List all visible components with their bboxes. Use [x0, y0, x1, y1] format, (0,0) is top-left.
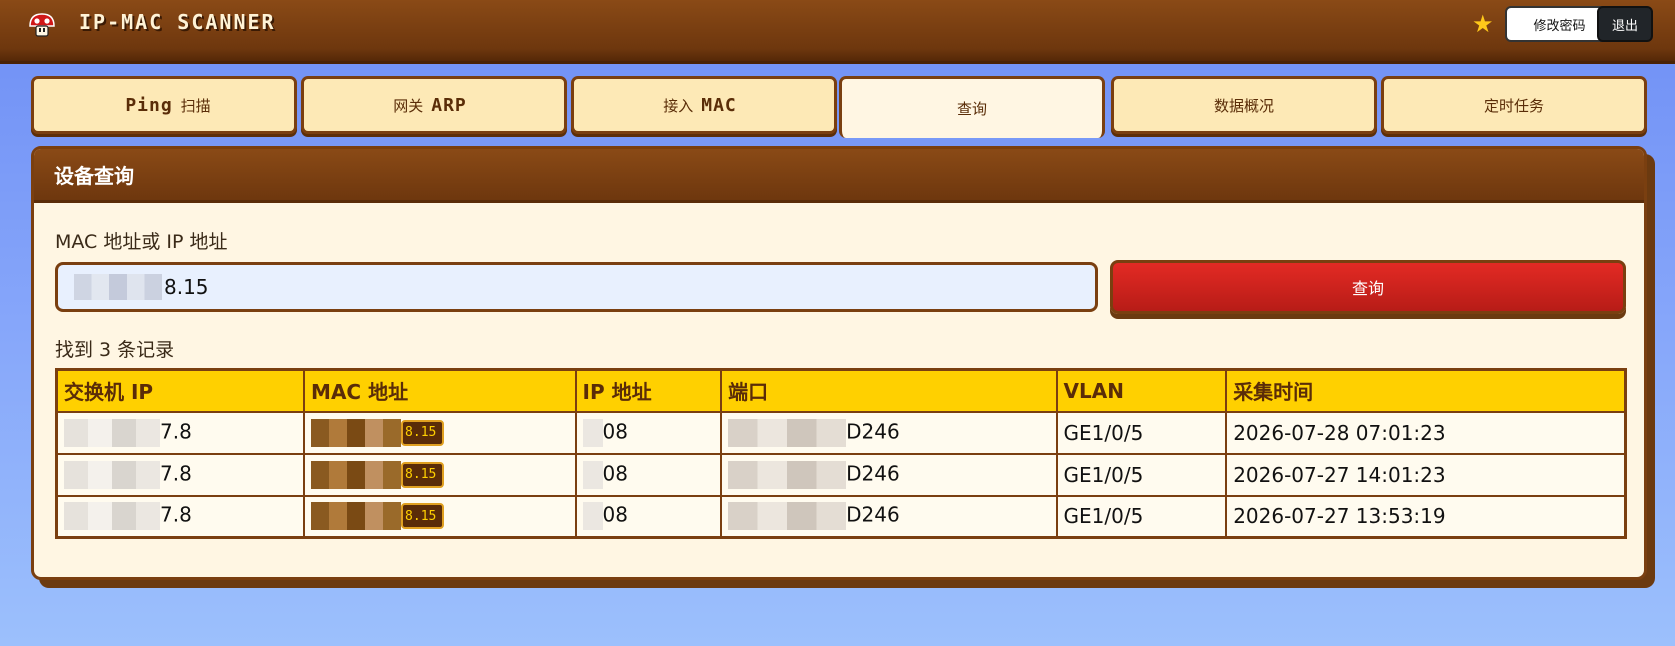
- cell-switch-ip: 7.8: [55, 410, 306, 455]
- cell-text: 08: [602, 461, 628, 485]
- cell-text: 08: [602, 419, 628, 443]
- tab-query[interactable]: 查询: [839, 76, 1105, 138]
- mushroom-icon: [29, 13, 55, 37]
- cell-time: 2026-07-27 13:53:19: [1225, 494, 1627, 539]
- column-header-port[interactable]: 端口: [720, 368, 1058, 413]
- mac-badge[interactable]: 8.15: [401, 461, 445, 488]
- redacted-mask: [728, 418, 847, 447]
- tab-label: 扫描: [180, 96, 211, 115]
- cell-mac: 8.15: [303, 452, 577, 497]
- tab-label: 定时任务: [1483, 96, 1544, 115]
- redacted-mask: [64, 460, 160, 489]
- table-row: 7.8 8.15 08 D246 GE1/0/5 2026-07-27 14:0…: [55, 452, 1627, 497]
- cell-mac: 8.15: [303, 494, 577, 539]
- column-header-switch-ip[interactable]: 交换机 IP: [55, 368, 306, 413]
- cell-ip: 08: [574, 494, 723, 539]
- cell-text: 7.8: [160, 419, 192, 443]
- app-title: IP-MAC SCANNER: [79, 10, 276, 34]
- cell-port: D246: [720, 410, 1058, 455]
- result-count: 找到 3 条记录: [55, 339, 175, 361]
- card-title: 设备查询: [34, 149, 1644, 203]
- tab-label: 网关: [393, 96, 424, 115]
- mac-badge[interactable]: 8.15: [401, 503, 445, 530]
- cell-time: 2026-07-28 07:01:23: [1225, 410, 1627, 455]
- redacted-mask: [582, 418, 603, 447]
- search-input[interactable]: 8.15: [55, 262, 1098, 312]
- star-icon[interactable]: ★: [1472, 10, 1494, 38]
- cell-port: D246: [720, 494, 1058, 539]
- redacted-mask: [64, 418, 160, 447]
- redacted-mask: [582, 502, 603, 531]
- tab-label: 数据概况: [1213, 96, 1274, 115]
- redacted-mask: [728, 460, 847, 489]
- tab-label: 查询: [956, 100, 987, 118]
- redacted-mask: [311, 418, 402, 447]
- cell-switch-ip: 7.8: [55, 452, 306, 497]
- redacted-mask: [74, 274, 162, 300]
- tab-access-mac[interactable]: 接入 MAC: [571, 76, 837, 134]
- search-field-label: MAC 地址或 IP 地址: [55, 231, 228, 253]
- cell-vlan: GE1/0/5: [1055, 494, 1228, 539]
- search-input-value: 8.15: [164, 275, 209, 299]
- table-header-row: 交换机 IP MAC 地址 IP 地址 端口 VLAN 采集时间: [55, 368, 1627, 413]
- cell-switch-ip: 7.8: [55, 494, 306, 539]
- cell-text: 08: [602, 502, 628, 527]
- table-row: 7.8 8.15 08 D246 GE1/0/5 2026-07-27 13:5…: [55, 494, 1627, 539]
- app-header: IP-MAC SCANNER ★ 修改密码 退出: [0, 0, 1675, 61]
- redacted-mask: [728, 502, 847, 531]
- tab-gateway-arp[interactable]: 网关 ARP: [301, 76, 567, 134]
- cell-text: D246: [846, 461, 900, 485]
- column-header-ip[interactable]: IP 地址: [574, 368, 723, 413]
- tab-scheduled-tasks[interactable]: 定时任务: [1381, 76, 1647, 134]
- cell-ip: 08: [574, 410, 723, 455]
- redacted-mask: [582, 460, 603, 489]
- tab-label-mono: ARP: [431, 94, 467, 116]
- cell-time: 2026-07-27 14:01:23: [1225, 452, 1627, 497]
- cell-text: 7.8: [160, 502, 192, 527]
- table-row: 7.8 8.15 08 D246 GE1/0/5 2026-07-28 07:0…: [55, 410, 1627, 455]
- cell-mac: 8.15: [303, 410, 577, 455]
- mac-badge[interactable]: 8.15: [401, 419, 445, 446]
- cell-port: D246: [720, 452, 1058, 497]
- column-header-time[interactable]: 采集时间: [1225, 368, 1627, 413]
- cell-vlan: GE1/0/5: [1055, 410, 1228, 455]
- tab-bar: Ping 扫描 网关 ARP 接入 MAC 查询 数据概况 定时任务: [31, 76, 1651, 138]
- search-button[interactable]: 查询: [1110, 260, 1626, 314]
- column-header-mac[interactable]: MAC 地址: [303, 368, 577, 413]
- tab-data-overview[interactable]: 数据概况: [1111, 76, 1377, 134]
- device-query-card: 设备查询 MAC 地址或 IP 地址 8.15 查询 找到 3 条记录 交换机 …: [31, 146, 1647, 580]
- cell-text: D246: [846, 502, 900, 527]
- tab-ping-scan[interactable]: Ping 扫描: [31, 76, 297, 134]
- cell-text: 7.8: [160, 461, 192, 485]
- logout-button[interactable]: 退出: [1597, 6, 1653, 42]
- cell-vlan: GE1/0/5: [1055, 452, 1228, 497]
- tab-label: 接入: [663, 96, 694, 115]
- tab-label-mono: Ping: [125, 94, 173, 116]
- redacted-mask: [64, 502, 160, 531]
- results-table: 交换机 IP MAC 地址 IP 地址 端口 VLAN 采集时间 7.8 8.1…: [55, 368, 1627, 539]
- redacted-mask: [311, 502, 402, 531]
- tab-label-mono: MAC: [701, 94, 737, 116]
- cell-text: D246: [846, 419, 900, 443]
- redacted-mask: [311, 460, 402, 489]
- column-header-vlan[interactable]: VLAN: [1055, 368, 1228, 413]
- cell-ip: 08: [574, 452, 723, 497]
